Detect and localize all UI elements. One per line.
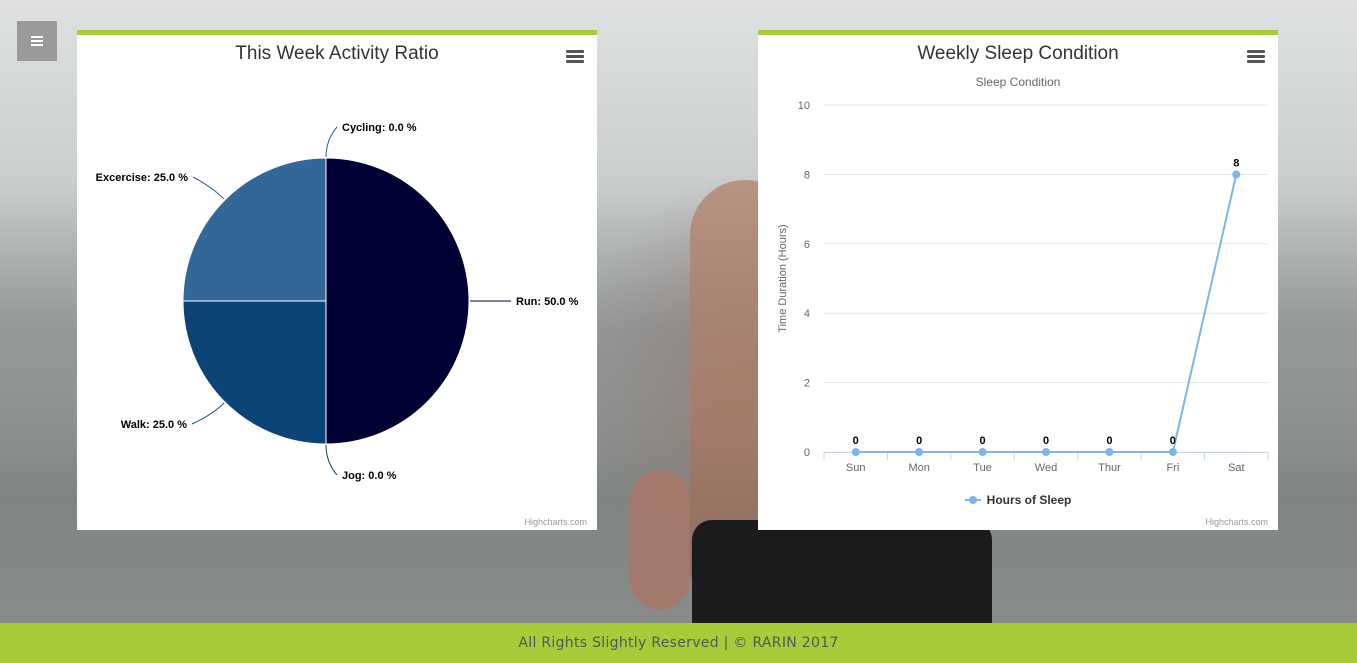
pie-slice-run — [325, 157, 470, 445]
y-axis-title: Time Duration (Hours) — [777, 224, 789, 332]
pie-connector-cycling — [325, 126, 338, 158]
pie-data-label-cycling: Cycling: 0.0 % — [342, 122, 417, 134]
data-point-wed — [1042, 448, 1050, 456]
pie-connector-walk — [191, 402, 225, 425]
page-footer: All Rights Slightly Reserved | © RARIN 2… — [0, 623, 1357, 663]
pie-data-label-jog: Jog: 0.0 % — [342, 470, 397, 482]
pie-data-label-run: Run: 50.0 % — [516, 296, 579, 308]
data-label-tue: 0 — [980, 435, 986, 447]
data-point-sun — [851, 448, 860, 456]
data-point-sat — [1232, 170, 1241, 179]
activity-ratio-panel: This Week Activity Ratio Run: 50.0 % Jog:… — [77, 30, 597, 530]
y-tick-label: 4 — [804, 308, 810, 320]
data-point-thur — [1105, 448, 1114, 456]
x-tick-label-fri: Fri — [1166, 462, 1179, 474]
pie-connector-jog — [325, 444, 338, 476]
data-label-sun: 0 — [853, 435, 859, 447]
highcharts-credits-link[interactable]: Highcharts.com — [1205, 517, 1268, 527]
hamburger-menu-icon — [31, 36, 43, 46]
y-tick-label: 2 — [804, 378, 810, 390]
sleep-line-chart: 0 2 4 6 8 10 Sun Mon Tue Wed Thur Fri Sat Time Durati… — [777, 100, 1269, 474]
y-tick-label: 8 — [804, 169, 810, 181]
y-tick-label: 6 — [804, 239, 810, 251]
legend-label: Hours of Sleep — [986, 493, 1072, 507]
data-point-tue — [978, 448, 987, 456]
highcharts-credits-link[interactable]: Highcharts.com — [524, 517, 587, 527]
data-label-sat: 8 — [1233, 157, 1239, 169]
pie-data-label-excercise: Excercise: 25.0 % — [96, 172, 189, 184]
data-point-fri — [1168, 448, 1177, 456]
data-label-fri: 0 — [1170, 435, 1176, 447]
menu-toggle-button[interactable] — [17, 21, 57, 61]
data-label-thur: 0 — [1106, 435, 1112, 447]
activity-pie-chart: Run: 50.0 % Jog: 0.0 % Walk: 25.0 % Excerci… — [96, 122, 579, 482]
x-tick-label-tue: Tue — [973, 462, 992, 474]
background-runner-shorts — [692, 520, 992, 625]
legend-item-hours-of-sleep[interactable]: Hours of Sleep — [758, 493, 1278, 507]
x-tick-label-sun: Sun — [846, 462, 866, 474]
y-tick-label: 0 — [804, 447, 810, 459]
sleep-condition-panel: Weekly Sleep Condition Sleep Condition 0… — [758, 30, 1278, 530]
data-point-mon — [915, 448, 924, 456]
data-label-wed: 0 — [1043, 435, 1049, 447]
x-tick-label-wed: Wed — [1035, 462, 1057, 474]
footer-copyright: All Rights Slightly Reserved | © RARIN 2… — [518, 635, 839, 651]
x-tick-label-sat: Sat — [1228, 462, 1245, 474]
pie-connector-excercise — [192, 176, 225, 200]
x-tick-label-mon: Mon — [908, 462, 929, 474]
background-runner-arm — [630, 470, 690, 610]
pie-slice-walk — [182, 300, 327, 445]
data-label-mon: 0 — [916, 435, 922, 447]
pie-data-label-walk: Walk: 25.0 % — [121, 419, 187, 431]
legend-line-marker-icon — [964, 495, 981, 505]
x-tick-label-thur: Thur — [1098, 462, 1121, 474]
y-tick-label: 10 — [798, 100, 810, 112]
pie-slice-excercise — [182, 157, 327, 302]
